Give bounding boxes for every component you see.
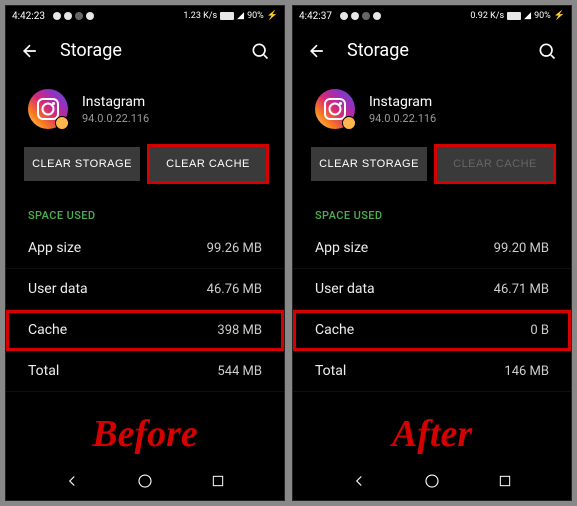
stat-cache: Cache 398 MB [6, 310, 284, 351]
nav-back-button[interactable] [348, 470, 370, 492]
action-buttons: CLEAR STORAGE CLEAR CACHE [6, 147, 284, 199]
space-used-label: SPACE USED [6, 199, 284, 228]
stat-value: 544 MB [217, 364, 262, 379]
app-version: 94.0.0.22.116 [82, 112, 149, 125]
stat-label: Cache [28, 322, 67, 338]
nav-home-button[interactable] [421, 470, 443, 492]
stat-app-size: App size 99.20 MB [293, 228, 571, 269]
screen-before: 4:42:23 1.23 K/s ◢ 90% ⚡ Storage Instagr… [5, 5, 285, 501]
clear-storage-button[interactable]: CLEAR STORAGE [24, 147, 140, 181]
stat-label: App size [28, 240, 81, 256]
nav-back-button[interactable] [61, 470, 83, 492]
stat-value: 46.71 MB [494, 282, 549, 297]
nav-bar [293, 462, 571, 500]
page-title: Storage [60, 40, 230, 61]
action-buttons: CLEAR STORAGE CLEAR CACHE [293, 147, 571, 199]
stat-label: User data [28, 281, 88, 297]
status-bar: 4:42:37 0.92 K/s ◢ 90% ⚡ [293, 6, 571, 26]
back-button[interactable] [20, 41, 40, 61]
app-name: Instagram [369, 94, 436, 110]
volte-icon [220, 12, 234, 20]
nav-recent-button[interactable] [207, 470, 229, 492]
header: Storage [6, 26, 284, 75]
app-info-row: Instagram 94.0.0.22.116 [6, 75, 284, 147]
screen-caption: After [293, 412, 571, 456]
stat-value: 99.26 MB [207, 241, 262, 256]
search-icon[interactable] [250, 41, 270, 61]
clear-storage-button[interactable]: CLEAR STORAGE [311, 147, 427, 181]
header: Storage [293, 26, 571, 75]
clear-cache-button: CLEAR CACHE [437, 147, 553, 181]
stat-total: Total 544 MB [6, 351, 284, 392]
signal-icon: ◢ [524, 11, 531, 21]
stat-total: Total 146 MB [293, 351, 571, 392]
back-button[interactable] [307, 41, 327, 61]
stat-value: 146 MB [504, 364, 549, 379]
stat-user-data: User data 46.71 MB [293, 269, 571, 310]
status-net-speed: 1.23 K/s [183, 11, 217, 21]
page-title: Storage [347, 40, 517, 61]
stat-value: 46.76 MB [207, 282, 262, 297]
nav-bar [6, 462, 284, 500]
instagram-icon [28, 89, 68, 129]
status-battery: 90% [247, 11, 264, 21]
stat-value: 99.20 MB [494, 241, 549, 256]
status-bar: 4:42:23 1.23 K/s ◢ 90% ⚡ [6, 6, 284, 26]
app-version: 94.0.0.22.116 [369, 112, 436, 125]
stat-label: Total [315, 363, 346, 379]
volte-icon [507, 12, 521, 20]
stat-value: 0 B [530, 323, 549, 338]
charging-icon: ⚡ [554, 11, 565, 21]
space-used-label: SPACE USED [293, 199, 571, 228]
stat-label: Total [28, 363, 59, 379]
status-time: 4:42:23 [12, 11, 45, 22]
screen-caption: Before [6, 412, 284, 456]
stat-app-size: App size 99.26 MB [6, 228, 284, 269]
instagram-icon [315, 89, 355, 129]
stat-user-data: User data 46.76 MB [6, 269, 284, 310]
stat-label: Cache [315, 322, 354, 338]
stat-label: User data [315, 281, 375, 297]
app-info-row: Instagram 94.0.0.22.116 [293, 75, 571, 147]
search-icon[interactable] [537, 41, 557, 61]
status-net-speed: 0.92 K/s [470, 11, 504, 21]
clear-cache-button[interactable]: CLEAR CACHE [150, 147, 266, 181]
signal-icon: ◢ [237, 11, 244, 21]
stat-value: 398 MB [217, 323, 262, 338]
charging-icon: ⚡ [267, 11, 278, 21]
screen-after: 4:42:37 0.92 K/s ◢ 90% ⚡ Storage Instagr… [292, 5, 572, 501]
stat-cache: Cache 0 B [293, 310, 571, 351]
status-time: 4:42:37 [299, 11, 332, 22]
nav-home-button[interactable] [134, 470, 156, 492]
app-name: Instagram [82, 94, 149, 110]
nav-recent-button[interactable] [494, 470, 516, 492]
status-battery: 90% [534, 11, 551, 21]
stat-label: App size [315, 240, 368, 256]
